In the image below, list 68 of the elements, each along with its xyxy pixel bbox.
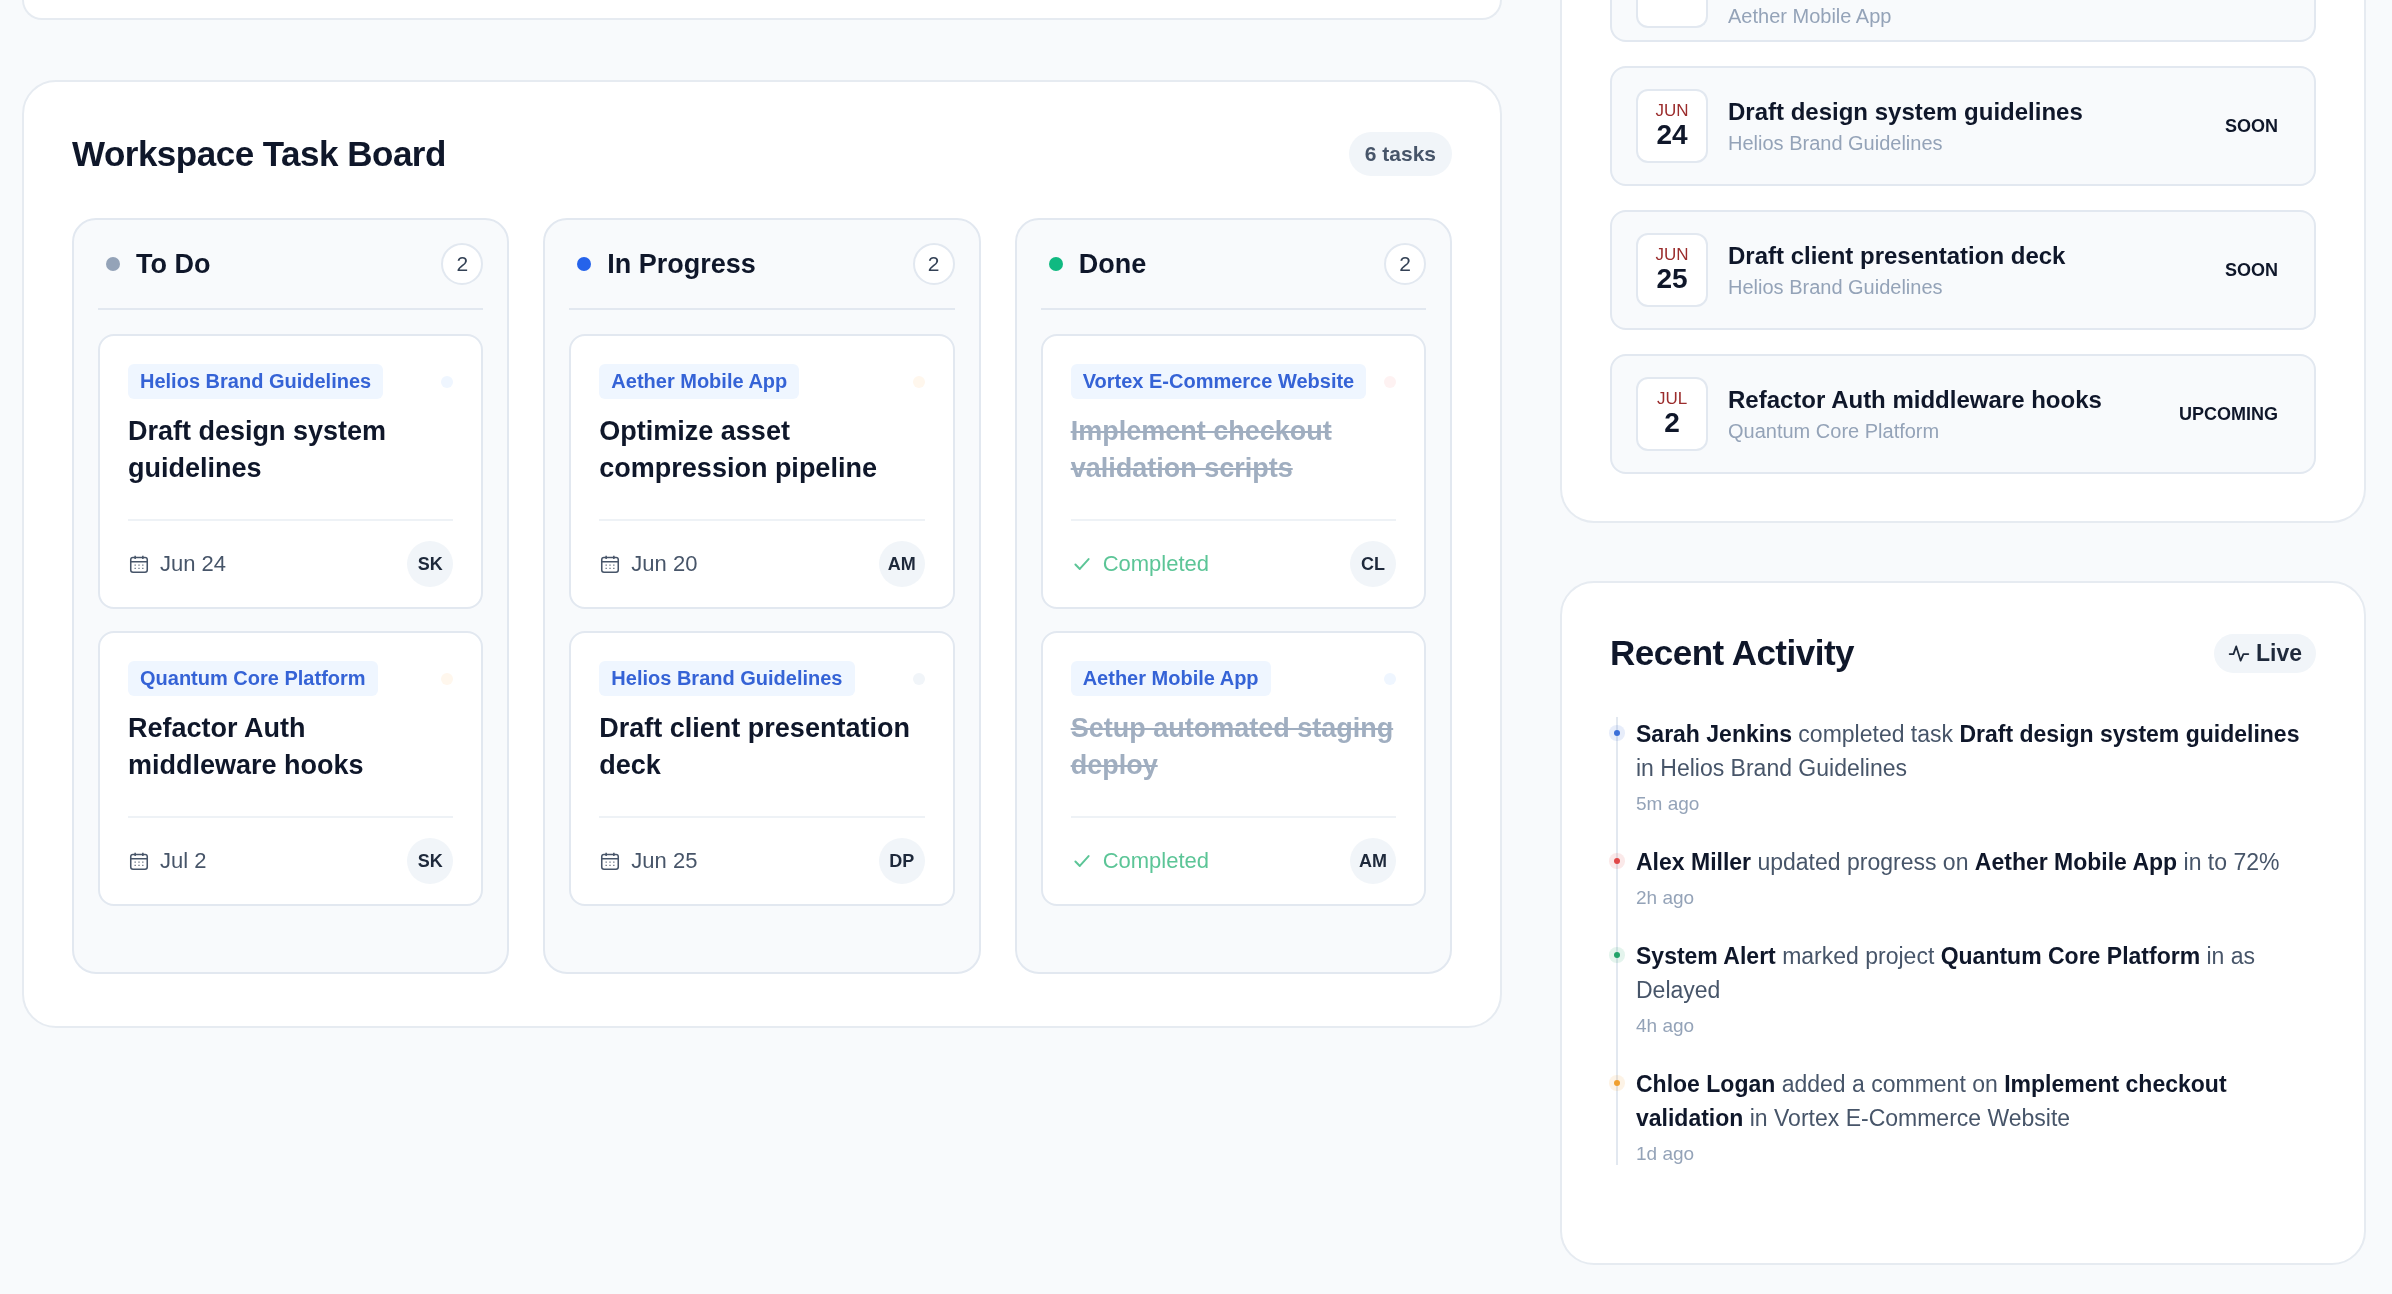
assignee-avatar: AM xyxy=(1350,838,1396,884)
task-title: Draft design system guidelines xyxy=(128,415,388,485)
date-tile: JUL 2 xyxy=(1636,377,1708,451)
column-count: 2 xyxy=(441,243,484,285)
project-tag: Quantum Core Platform xyxy=(128,661,378,696)
deadline-item[interactable]: JUN 24 Draft design system guidelines Helios Brand Guidelines SOON xyxy=(1610,66,2316,186)
task-card[interactable]: Quantum Core Platform Refactor Auth middleware hooks Jul 2 SK xyxy=(98,631,484,906)
panel-title: Recent Activity xyxy=(1610,633,1855,673)
activity-time: 2h ago xyxy=(1636,887,1696,909)
project-tag: Helios Brand Guidelines xyxy=(128,364,384,399)
deadline-item[interactable]: JUN 25 Draft client presentation deck Helios Brand Guidelines SOON xyxy=(1610,210,2316,330)
assignee-avatar: AM xyxy=(878,541,925,587)
assignee-avatar: SK xyxy=(407,838,454,884)
project-tag: Helios Brand Guidelines xyxy=(599,661,855,696)
column-title: To Do xyxy=(136,248,212,280)
task-title: Optimize asset compression pipeline xyxy=(599,415,878,485)
activity-time: 5m ago xyxy=(1636,793,1701,815)
activity-text: System Alert marked project Quantum Core Platform in as Delayed xyxy=(1636,942,2257,1005)
task-card[interactable]: Vortex E-Commerce Website Implement checkout validation scripts Completed CL xyxy=(1040,334,1426,609)
due-status-label: UPCOMING xyxy=(2179,403,2278,425)
deadline-item[interactable]: JUL 2 Refactor Auth middleware hooks Quantum Core Platform UPCOMING xyxy=(1610,354,2316,474)
completed-label: Completed xyxy=(1102,551,1211,577)
date-tile: JUN 24 xyxy=(1636,89,1708,163)
task-card[interactable]: Aether Mobile App Setup automated staging deploy Completed AM xyxy=(1040,631,1426,906)
project-name: Helios Brand Guidelines xyxy=(1728,131,1944,155)
calendar-icon xyxy=(128,850,150,872)
assignee-avatar: CL xyxy=(1350,541,1396,587)
column-count: 2 xyxy=(912,243,955,285)
task-title: Draft client presentation deck xyxy=(1728,241,2067,270)
due-date: Jun 24 xyxy=(160,551,228,577)
activity-text: Chloe Logan added a comment on Implement checkout validation in Vortex E-Commerce Website xyxy=(1636,1070,2228,1133)
task-count-badge: 6 tasks xyxy=(1348,132,1452,176)
task-card[interactable]: Helios Brand Guidelines Draft design system guidelines Jun 24 SK xyxy=(98,334,484,609)
calendar-icon xyxy=(599,850,622,872)
assignee-avatar: DP xyxy=(878,838,925,884)
project-tag: Aether Mobile App xyxy=(1070,661,1271,696)
activity-time: 4h ago xyxy=(1636,1015,1696,1037)
due-date: Jun 25 xyxy=(631,848,699,874)
due-status-label: SOON xyxy=(2225,115,2278,137)
activity-text: Sarah Jenkins completed task Draft design system guidelines in Helios Brand Guidelines xyxy=(1636,720,2301,783)
calendar-icon xyxy=(599,553,622,575)
column-count: 2 xyxy=(1384,243,1426,285)
task-title: Setup automated staging deploy xyxy=(1070,712,1395,782)
board-title: Workspace Task Board xyxy=(72,134,446,174)
date-tile: JUN 25 xyxy=(1636,233,1708,307)
task-title: Refactor Auth middleware hooks xyxy=(128,712,365,782)
project-name: Aether Mobile App xyxy=(1728,5,1893,28)
activity-time: 1d ago xyxy=(1636,1143,1696,1165)
task-title: Implement checkout validation scripts xyxy=(1070,415,1333,485)
completed-label: Completed xyxy=(1102,848,1211,874)
project-name: Quantum Core Platform xyxy=(1728,419,1941,443)
due-status-label: SOON xyxy=(2225,259,2278,281)
column-title: Done xyxy=(1078,248,1148,280)
assignee-avatar: SK xyxy=(407,541,454,587)
live-label: Live xyxy=(2255,639,2302,667)
activity-text: Alex Miller updated progress on Aether Mobile App in to 72% xyxy=(1636,848,2280,877)
due-date: Jun 20 xyxy=(631,551,699,577)
task-title: Refactor Auth middleware hooks xyxy=(1728,385,2103,414)
column-title: In Progress xyxy=(607,248,757,280)
project-tag: Aether Mobile App xyxy=(599,364,800,399)
calendar-icon xyxy=(128,553,150,575)
task-card[interactable]: Helios Brand Guidelines Draft client presentation deck Jun 25 DP xyxy=(569,631,955,906)
project-tag: Vortex E-Commerce Website xyxy=(1070,364,1367,399)
project-name: Helios Brand Guidelines xyxy=(1728,275,1944,299)
task-title: Draft client presentation deck xyxy=(599,712,911,782)
due-date: Jul 2 xyxy=(160,848,208,874)
task-title: Draft design system guidelines xyxy=(1728,97,2084,126)
task-card[interactable]: Aether Mobile App Optimize asset compression pipeline Jun 20 AM xyxy=(569,334,955,609)
